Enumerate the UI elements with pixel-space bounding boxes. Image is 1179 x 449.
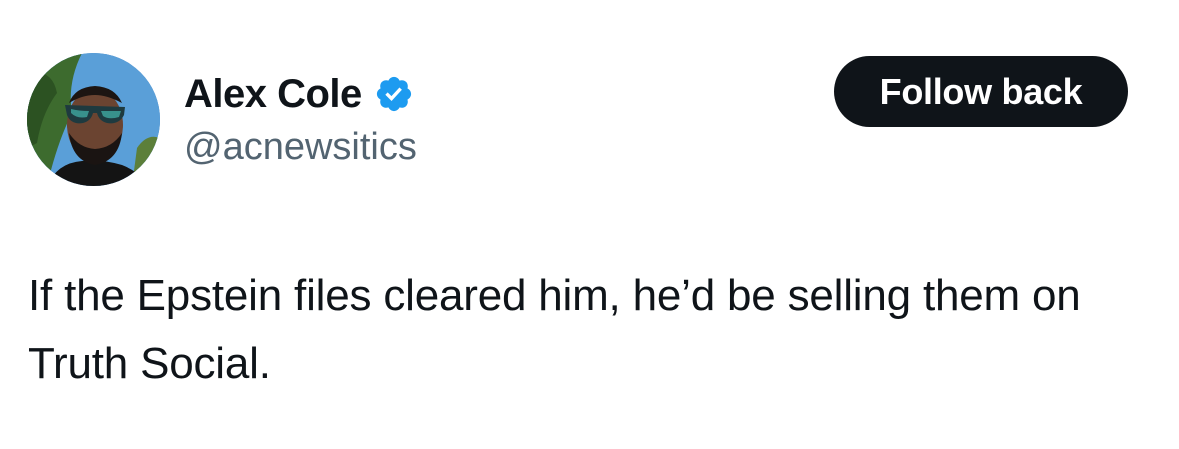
author-handle[interactable]: @acnewsitics [184,124,417,170]
tweet-card: Alex Cole @acnewsitics Follow back If th… [0,0,1179,449]
tweet-text: If the Epstein files cleared him, he’d b… [28,271,1081,388]
follow-back-button[interactable]: Follow back [834,56,1128,127]
verified-badge-icon [374,74,414,114]
display-name[interactable]: Alex Cole [184,70,362,118]
avatar[interactable] [27,53,160,186]
avatar-image [27,53,160,186]
author-name-row: Alex Cole [184,70,414,118]
